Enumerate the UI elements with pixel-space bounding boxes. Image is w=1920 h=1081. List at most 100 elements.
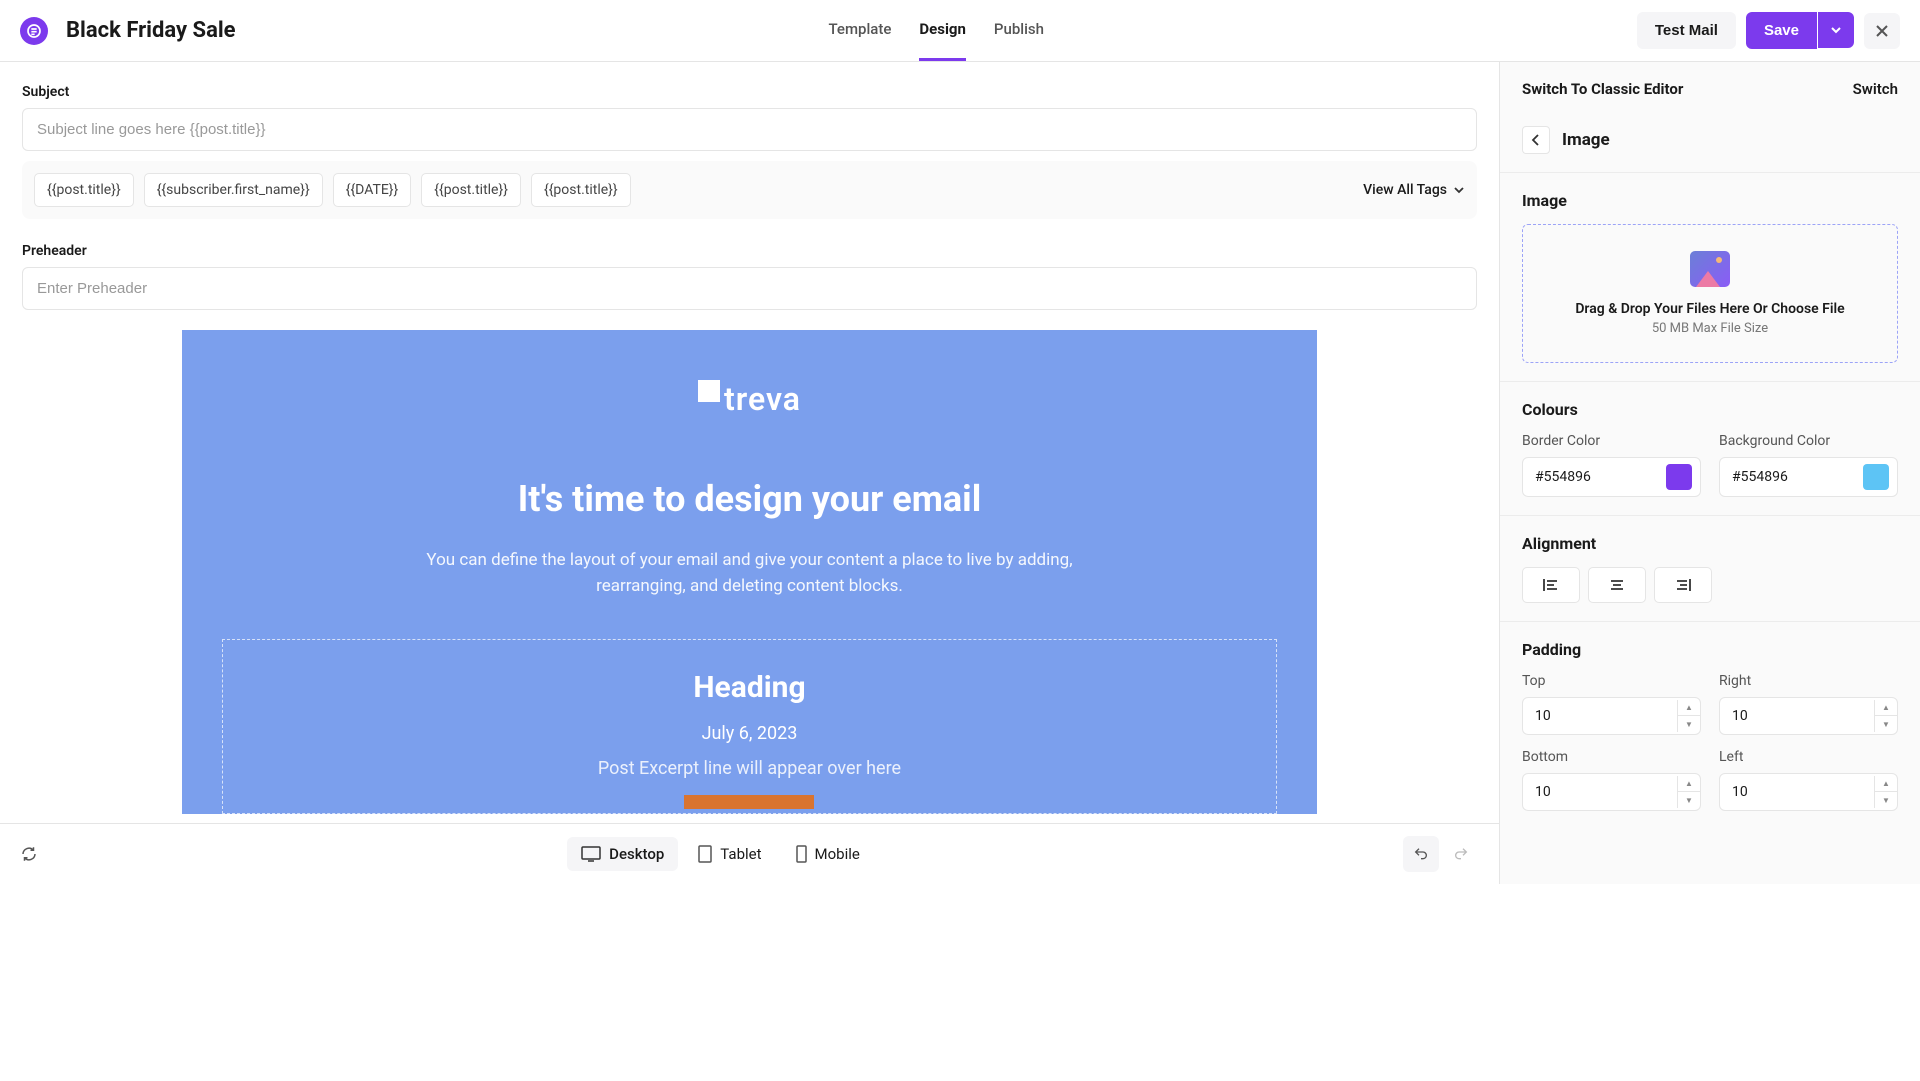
- image-heading: Image: [1522, 191, 1898, 210]
- tag-chip[interactable]: {{subscriber.first_name}}: [144, 173, 323, 207]
- tag-chip[interactable]: {{post.title}}: [531, 173, 631, 207]
- tag-chip[interactable]: {{post.title}}: [34, 173, 134, 207]
- border-color-field: Border Color #554896: [1522, 433, 1701, 497]
- dropzone-sub: 50 MB Max File Size: [1549, 321, 1871, 336]
- save-button[interactable]: Save: [1746, 12, 1817, 49]
- step-down[interactable]: ▼: [1678, 792, 1700, 808]
- block-title: Heading: [243, 670, 1256, 705]
- dropzone-text: Drag & Drop Your Files Here Or Choose Fi…: [1549, 301, 1871, 317]
- padding-heading: Padding: [1522, 640, 1898, 659]
- block-cta[interactable]: [684, 795, 814, 809]
- align-left-button[interactable]: [1522, 567, 1580, 603]
- switch-label: Switch To Classic Editor: [1522, 80, 1683, 98]
- switch-bar: Switch To Classic Editor Switch: [1500, 62, 1920, 116]
- device-desktop[interactable]: Desktop: [567, 837, 678, 871]
- padding-top-input[interactable]: 10 ▲▼: [1522, 697, 1701, 735]
- redo-button[interactable]: [1443, 836, 1479, 872]
- align-right-icon: [1675, 578, 1691, 592]
- padding-top-label: Top: [1522, 673, 1701, 689]
- step-up[interactable]: ▲: [1678, 700, 1700, 716]
- view-all-label: View All Tags: [1363, 182, 1447, 198]
- image-icon: [1690, 251, 1730, 287]
- canvas-logo: treva: [698, 380, 801, 418]
- preheader-label: Preheader: [22, 243, 1477, 259]
- image-dropzone[interactable]: Drag & Drop Your Files Here Or Choose Fi…: [1522, 224, 1898, 363]
- bg-color-label: Background Color: [1719, 433, 1898, 449]
- align-right-button[interactable]: [1654, 567, 1712, 603]
- step-down[interactable]: ▼: [1678, 716, 1700, 732]
- bottom-toolbar: Desktop Tablet Mobile: [0, 823, 1499, 884]
- border-color-input[interactable]: #554896: [1522, 457, 1701, 497]
- canvas-block[interactable]: Heading July 6, 2023 Post Excerpt line w…: [222, 639, 1277, 814]
- view-all-tags[interactable]: View All Tags: [1363, 182, 1465, 198]
- step-up[interactable]: ▲: [1678, 776, 1700, 792]
- padding-top-field: Top 10 ▲▼: [1522, 673, 1701, 735]
- bg-color-input[interactable]: #554896: [1719, 457, 1898, 497]
- save-dropdown[interactable]: [1818, 12, 1854, 48]
- padding-left-label: Left: [1719, 749, 1898, 765]
- tag-chip[interactable]: {{post.title}}: [421, 173, 521, 207]
- padding-bottom-field: Bottom 10 ▲▼: [1522, 749, 1701, 811]
- alignment-section: Alignment: [1500, 515, 1920, 621]
- refresh-button[interactable]: [20, 845, 38, 863]
- step-up[interactable]: ▲: [1875, 700, 1897, 716]
- page-title: Black Friday Sale: [66, 18, 236, 43]
- bg-color-field: Background Color #554896: [1719, 433, 1898, 497]
- back-button[interactable]: [1522, 126, 1550, 154]
- mobile-icon: [796, 845, 807, 863]
- block-excerpt: Post Excerpt line will appear over here: [243, 758, 1256, 779]
- undo-button[interactable]: [1403, 836, 1439, 872]
- padding-right-input[interactable]: 10 ▲▼: [1719, 697, 1898, 735]
- sidebar: Switch To Classic Editor Switch Image Im…: [1500, 62, 1920, 884]
- padding-left-input[interactable]: 10 ▲▼: [1719, 773, 1898, 811]
- align-center-icon: [1609, 578, 1625, 592]
- bg-swatch[interactable]: [1863, 464, 1889, 490]
- chevron-down-icon: [1453, 184, 1465, 196]
- header-actions: Test Mail Save: [1637, 12, 1900, 49]
- canvas-heading: It's time to design your email: [222, 478, 1277, 520]
- app-header: Black Friday Sale Template Design Publis…: [0, 0, 1920, 62]
- padding-left-field: Left 10 ▲▼: [1719, 749, 1898, 811]
- history-controls: [1403, 836, 1479, 872]
- alignment-heading: Alignment: [1522, 534, 1898, 553]
- border-swatch[interactable]: [1666, 464, 1692, 490]
- align-left-icon: [1543, 578, 1559, 592]
- device-switcher: Desktop Tablet Mobile: [567, 837, 874, 871]
- padding-right-field: Right 10 ▲▼: [1719, 673, 1898, 735]
- breadcrumb: Image: [1500, 116, 1920, 172]
- step-up[interactable]: ▲: [1875, 776, 1897, 792]
- close-button[interactable]: [1864, 13, 1900, 49]
- step-down[interactable]: ▼: [1875, 716, 1897, 732]
- subject-input[interactable]: [22, 108, 1477, 151]
- canvas-body: You can define the layout of your email …: [409, 548, 1089, 599]
- tags-row: {{post.title}} {{subscriber.first_name}}…: [22, 161, 1477, 219]
- device-mobile[interactable]: Mobile: [782, 837, 874, 871]
- step-down[interactable]: ▼: [1875, 792, 1897, 808]
- main-panel: Subject {{post.title}} {{subscriber.firs…: [0, 62, 1500, 884]
- padding-section: Padding Top 10 ▲▼ Right 10 ▲▼: [1500, 621, 1920, 829]
- save-group: Save: [1746, 12, 1854, 49]
- align-center-button[interactable]: [1588, 567, 1646, 603]
- colours-section: Colours Border Color #554896 Background …: [1500, 381, 1920, 515]
- tab-template[interactable]: Template: [828, 0, 891, 61]
- test-mail-button[interactable]: Test Mail: [1637, 12, 1736, 49]
- padding-bottom-input[interactable]: 10 ▲▼: [1522, 773, 1701, 811]
- colours-heading: Colours: [1522, 400, 1898, 419]
- tablet-icon: [698, 845, 712, 863]
- border-color-label: Border Color: [1522, 433, 1701, 449]
- device-tablet[interactable]: Tablet: [684, 837, 775, 871]
- email-canvas[interactable]: treva It's time to design your email You…: [182, 330, 1317, 814]
- chevron-left-icon: [1531, 134, 1541, 146]
- subject-label: Subject: [22, 84, 1477, 100]
- tag-chip[interactable]: {{DATE}}: [333, 173, 412, 207]
- app-logo: [20, 17, 48, 45]
- switch-button[interactable]: Switch: [1853, 80, 1898, 98]
- padding-right-label: Right: [1719, 673, 1898, 689]
- preheader-input[interactable]: [22, 267, 1477, 310]
- header-tabs: Template Design Publish: [828, 0, 1043, 61]
- padding-bottom-label: Bottom: [1522, 749, 1701, 765]
- tab-publish[interactable]: Publish: [994, 0, 1044, 61]
- tab-design[interactable]: Design: [919, 0, 966, 61]
- crumb-label: Image: [1562, 130, 1610, 150]
- block-date: July 6, 2023: [243, 723, 1256, 744]
